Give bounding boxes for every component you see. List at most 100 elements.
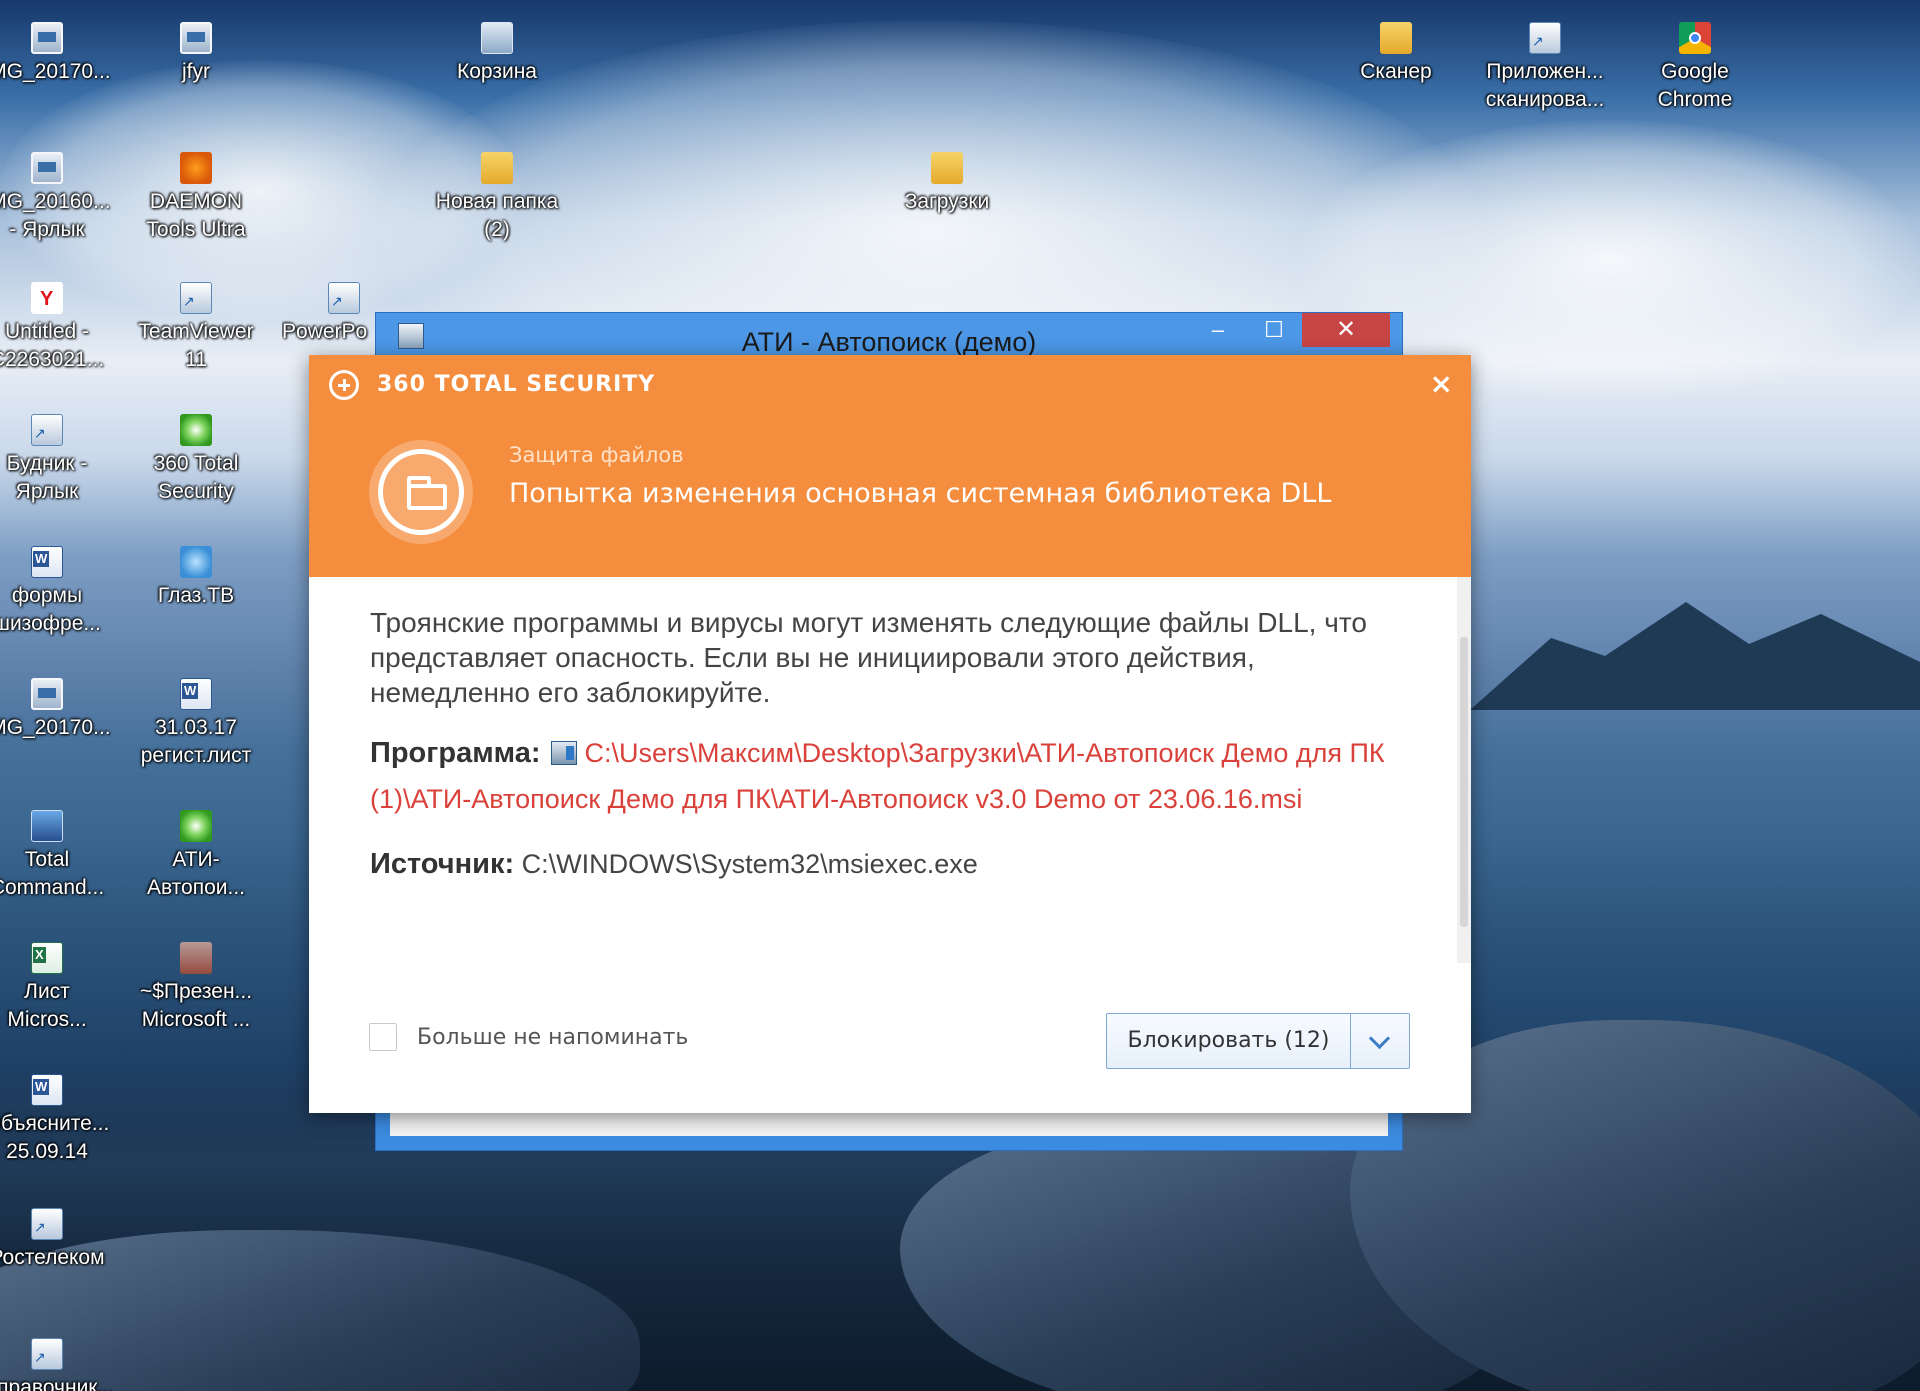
shortcut-icon <box>31 414 63 447</box>
desktop-icon[interactable]: формы шизофре... <box>0 546 112 638</box>
desktop-icon[interactable]: ~$Презен... Microsoft ... <box>131 942 261 1034</box>
desktop-icon-label: Справочник... <box>0 1376 112 1391</box>
yandex-icon <box>31 282 63 314</box>
section-title: Защита файлов <box>509 443 684 467</box>
dont-remind-checkbox[interactable] <box>369 1023 397 1051</box>
desktop-icon-label: Untitled - <box>4 320 90 343</box>
maximize-button[interactable]: ☐ <box>1246 313 1302 347</box>
desktop-icon-label: 31.03.17 <box>155 716 237 739</box>
desktop-icon-label: 25.09.14 <box>6 1140 88 1163</box>
desktop-icon-label: DAEMON <box>149 190 243 213</box>
desktop-icon[interactable]: Total Command... <box>0 810 112 902</box>
source-info: Источник: C:\WINDOWS\System32\msiexec.ex… <box>370 844 1415 884</box>
shortcut-icon <box>1529 22 1561 55</box>
dialog-close-button[interactable]: × <box>1430 367 1453 400</box>
desktop-icon[interactable]: Справочник... <box>0 1338 112 1391</box>
desktop-icon-label: PowerPo <box>282 320 368 343</box>
downloads-folder-icon <box>931 152 963 184</box>
folder-protection-icon <box>369 440 473 544</box>
desktop-icon-label: Объясните... <box>0 1112 110 1135</box>
desktop-icon[interactable]: Untitled - C2263021... <box>0 282 112 374</box>
desktop-icon-label: Security <box>158 480 234 503</box>
excel-document-icon <box>31 942 63 974</box>
360-security-icon <box>180 414 212 446</box>
desktop-icon[interactable]: Google Chrome <box>1630 22 1760 114</box>
desktop-icon-label: Ярлык <box>15 480 79 503</box>
chrome-icon <box>1679 22 1711 54</box>
scrollbar-thumb[interactable] <box>1460 637 1468 927</box>
block-button[interactable]: Блокировать (12) <box>1107 1014 1350 1068</box>
close-button[interactable]: ✕ <box>1302 313 1390 347</box>
desktop-icon-label: Будник - <box>6 452 88 475</box>
brand-name: 360 TOTAL SECURITY <box>377 372 656 397</box>
warning-text: Троянские программы и вирусы могут измен… <box>370 607 1367 708</box>
desktop-icon[interactable]: Лист Micros... <box>0 942 112 1034</box>
daemon-tools-icon <box>180 152 212 184</box>
desktop-icon-label: ~$Презен... <box>139 980 253 1003</box>
remind-option[interactable]: Больше не напоминать <box>369 1023 688 1051</box>
desktop-icon[interactable]: АТИ- Автопои... <box>131 810 261 902</box>
desktop-icon[interactable]: Новая папка (2) <box>432 152 562 244</box>
desktop: IMG_20170... jfyr Корзина Сканер Приложе… <box>0 0 1920 1391</box>
desktop-icon-label: формы <box>11 584 83 607</box>
desktop-icon[interactable]: IMG_20160... - Ярлык <box>0 152 112 244</box>
chevron-down-icon <box>1368 1027 1391 1050</box>
desktop-icon-label: Google <box>1661 60 1729 83</box>
desktop-icon[interactable]: IMG_20170... <box>0 22 112 86</box>
ati-shortcut-icon <box>180 810 212 842</box>
desktop-icon[interactable]: TeamViewer 11 <box>131 282 261 374</box>
desktop-icon-label: C2263021... <box>0 348 105 371</box>
folder-icon <box>481 152 513 184</box>
desktop-icon-label: IMG_20170... <box>0 60 111 83</box>
desktop-icon-label: Microsoft ... <box>141 1008 251 1031</box>
desktop-icon-label: 11 <box>185 348 207 371</box>
desktop-icon-label: Chrome <box>1657 88 1733 111</box>
desktop-icon-label: шизофре... <box>0 612 101 635</box>
total-commander-icon <box>31 810 63 842</box>
desktop-icon-label: IMG_20170... <box>0 716 111 739</box>
desktop-icon[interactable]: Глаз.ТВ <box>131 546 261 610</box>
desktop-icon[interactable]: PowerPo <box>282 282 376 346</box>
desktop-icon[interactable]: Корзина <box>432 22 562 86</box>
block-split-button[interactable]: Блокировать (12) <box>1106 1013 1410 1069</box>
image-file-icon <box>31 678 63 710</box>
program-label: Программа: <box>370 737 541 769</box>
desktop-icon[interactable]: Будник - Ярлык <box>0 414 112 506</box>
desktop-icon-label: регист.лист <box>140 744 252 767</box>
app-titlebar[interactable]: АТИ - Автопоиск (демо) – ☐ ✕ <box>376 313 1402 361</box>
minimize-button[interactable]: – <box>1190 313 1246 347</box>
word-document-icon <box>31 546 63 578</box>
word-document-icon <box>180 678 212 710</box>
image-file-icon <box>180 22 212 54</box>
desktop-icon-label: (2) <box>484 218 510 241</box>
desktop-icon-label: Глаз.ТВ <box>157 584 235 607</box>
desktop-icon[interactable]: jfyr <box>131 22 261 86</box>
desktop-icon-label: Корзина <box>457 60 537 83</box>
desktop-icon-label: jfyr <box>182 60 210 83</box>
desktop-icon[interactable]: Загрузки <box>882 152 1012 216</box>
dont-remind-label[interactable]: Больше не напоминать <box>417 1025 688 1050</box>
desktop-icon[interactable]: Приложен... сканирова... <box>1480 22 1610 114</box>
desktop-icon-label: Ростелеком <box>0 1246 105 1269</box>
scrollbar[interactable] <box>1457 577 1471 963</box>
desktop-icon-label: Загрузки <box>904 190 990 213</box>
desktop-icon[interactable]: DAEMON Tools Ultra <box>131 152 261 244</box>
360-logo-icon <box>329 370 359 400</box>
block-options-dropdown[interactable] <box>1350 1014 1409 1068</box>
source-label: Источник: <box>370 848 515 880</box>
desktop-icon[interactable]: 360 Total Security <box>131 414 261 506</box>
desktop-icon-label: Лист <box>24 980 70 1003</box>
desktop-icon[interactable]: IMG_20170... <box>0 678 112 742</box>
recycle-bin-icon <box>481 22 513 54</box>
desktop-icon[interactable]: Сканер <box>1331 22 1461 86</box>
program-info: Программа: C:\Users\Максим\Desktop\Загруз… <box>370 730 1415 822</box>
desktop-icon[interactable]: 31.03.17 регист.лист <box>131 678 261 770</box>
desktop-icon-label: АТИ- <box>172 848 220 871</box>
alert-headline: Попытка изменения основная системная биб… <box>509 478 1332 509</box>
desktop-icon[interactable]: Объясните... 25.09.14 <box>0 1074 112 1166</box>
image-file-icon <box>31 22 63 54</box>
desktop-icon-label: Total <box>24 848 70 871</box>
dialog-header: 360 TOTAL SECURITY × Защита файлов Попыт… <box>309 355 1471 577</box>
desktop-icon[interactable]: Ростелеком <box>0 1208 112 1272</box>
desktop-icon-label: Tools Ultra <box>146 218 246 241</box>
